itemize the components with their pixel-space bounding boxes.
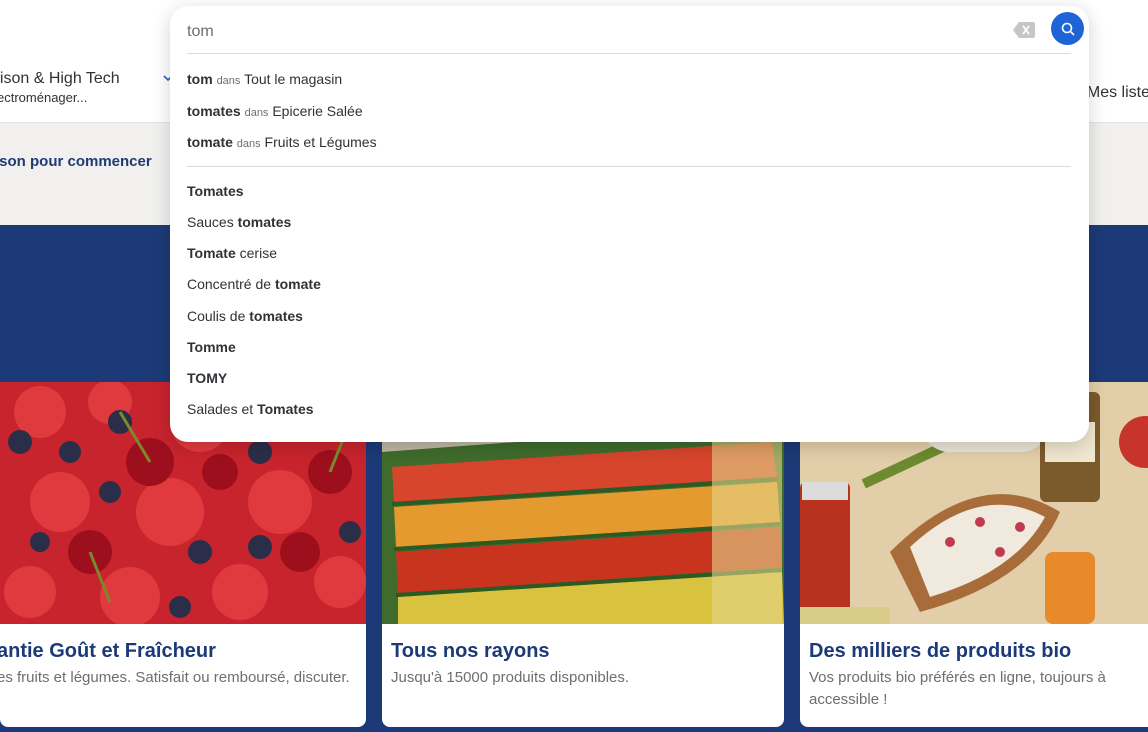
suggestion-match: TOMY (187, 370, 228, 386)
suggestion-term-item[interactable]: Tomme (187, 339, 236, 355)
card-title: antie Goût et Fraîcheur (0, 640, 216, 662)
suggestion-scoped-item[interactable]: tomate dans Fruits et Légumes (187, 134, 377, 150)
suggestion-match: Tomate (187, 245, 236, 261)
suggestion-scoped-item[interactable]: tom dans Tout le magasin (187, 71, 342, 87)
delivery-prompt-link[interactable]: ison pour commencer (0, 153, 152, 170)
suggestion-suffix: cerise (235, 245, 277, 261)
suggestion-term-item[interactable]: Tomates (187, 183, 244, 199)
search-icon (1061, 22, 1075, 36)
suggestion-term-item[interactable]: Coulis de tomates (187, 308, 303, 324)
card-description: es fruits et légumes. Satisfait ou rembo… (0, 669, 350, 686)
my-lists-link[interactable]: Mes liste (1087, 84, 1148, 102)
card-title: Des milliers de produits bio (809, 640, 1072, 662)
suggestion-dans: dans (244, 107, 269, 119)
suggestion-term: tom (187, 71, 213, 87)
suggestion-scoped-item[interactable]: tomates dans Epicerie Salée (187, 103, 363, 119)
search-button[interactable] (1051, 12, 1084, 45)
suggestion-dans: dans (236, 138, 261, 150)
suggestion-match: tomates (237, 214, 292, 230)
suggestion-scope: Tout le magasin (244, 71, 343, 87)
suggestion-prefix: Concentré de (187, 276, 275, 292)
page: aison & High Tech ectroménager... Mes li… (0, 0, 1148, 732)
suggestion-match: Tomates (187, 183, 244, 199)
search-autocomplete-panel: tom dans Tout le magasin tomates dans Ep… (170, 6, 1089, 442)
divider (187, 53, 1071, 54)
suggestion-dans: dans (216, 75, 241, 87)
suggestion-term: tomates (187, 103, 241, 119)
suggestion-prefix: Sauces (187, 214, 238, 230)
suggestion-prefix: Coulis de (187, 308, 250, 324)
suggestion-match: tomates (249, 308, 303, 324)
suggestion-term-item[interactable]: Concentré de tomate (187, 276, 321, 292)
divider (187, 166, 1071, 167)
suggestion-term-item[interactable]: Sauces tomates (187, 214, 291, 230)
nav-category-maison-high-tech[interactable]: aison & High Tech ectroménager... (0, 70, 190, 105)
card-description: Jusqu'à 15000 produits disponibles. (391, 669, 630, 686)
backspace-clear-icon[interactable] (1013, 22, 1035, 38)
card-title: Tous nos rayons (391, 640, 550, 662)
card-description: Vos produits bio préférés en ligne, touj… (809, 669, 1106, 708)
suggestion-term-item[interactable]: Salades et Tomates (187, 401, 314, 417)
suggestion-term: tomate (187, 134, 233, 150)
search-input[interactable] (187, 18, 987, 46)
suggestion-term-item[interactable]: Tomate cerise (187, 245, 277, 261)
suggestion-scope: Fruits et Légumes (264, 134, 377, 150)
suggestion-match: Tomme (187, 339, 236, 355)
nav-category-title: aison & High Tech (0, 70, 120, 87)
suggestion-prefix: Salades et (187, 401, 258, 417)
suggestion-match: Tomates (257, 401, 314, 417)
suggestion-match: tomate (274, 276, 321, 292)
suggestion-scope: Epicerie Salée (272, 103, 363, 119)
suggestion-term-item[interactable]: TOMY (187, 370, 227, 386)
nav-category-subtitle: ectroménager... (0, 90, 88, 105)
